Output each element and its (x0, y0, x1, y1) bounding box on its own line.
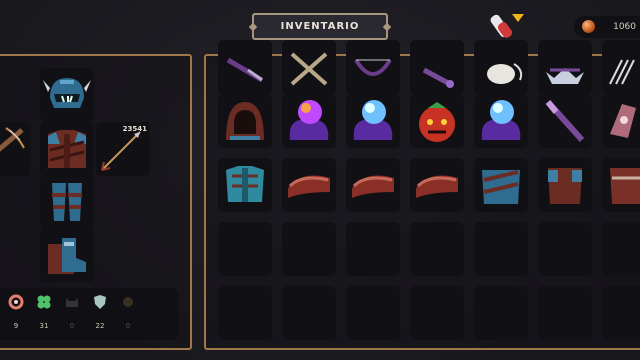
inventory-slot-empty[interactable] (538, 286, 592, 340)
tomato-monster-icon (419, 102, 455, 142)
stat-defense: 22 (90, 294, 110, 330)
ranged-slot[interactable]: 23541 (96, 122, 150, 176)
copper-coin-icon (582, 20, 595, 33)
inventory-slot[interactable] (218, 40, 272, 94)
inventory-title-plate: INVENTARIO (252, 13, 388, 40)
inventory-slot[interactable] (346, 94, 400, 148)
inventory-slot[interactable] (474, 158, 528, 212)
stat-vitality: 9 (6, 294, 26, 330)
blue-armor-icon (482, 170, 520, 204)
potion-vial-icon[interactable] (490, 10, 526, 44)
inventory-slot[interactable] (218, 94, 272, 148)
inventory-slot[interactable] (410, 94, 464, 148)
meat-slab-icon (416, 175, 458, 198)
leather-armor-icon (48, 130, 86, 168)
red-armor-icon (610, 168, 640, 204)
stat-defense-value: 22 (95, 322, 105, 330)
inventory-title: INVENTARIO (280, 21, 360, 32)
blue-orb-slime-icon (353, 100, 393, 140)
inventory-slot[interactable] (474, 94, 528, 148)
teal-chestplate-icon (226, 166, 264, 202)
inventory-slot[interactable] (410, 158, 464, 212)
blue-orb-slime-icon (481, 100, 521, 140)
inventory-slot[interactable] (282, 94, 336, 148)
meat-slab-icon (352, 175, 394, 198)
clover-icon (37, 295, 51, 309)
bow-icon (354, 58, 392, 76)
sword-icon (226, 57, 264, 83)
inventory-slot[interactable] (538, 94, 592, 148)
inventory-slot[interactable] (538, 40, 592, 94)
inventory-slot-empty[interactable] (474, 286, 528, 340)
crossbow-icon (0, 127, 25, 152)
purple-orb-slime-icon (289, 100, 329, 140)
stat-luck-value: 31 (39, 322, 49, 330)
inventory-slot-empty[interactable] (602, 286, 640, 340)
stat-pet: 0 (62, 294, 82, 330)
inventory-slot-empty[interactable] (346, 222, 400, 276)
stat-luck: 31 (34, 294, 54, 330)
meat-slab-icon (288, 175, 330, 198)
claw-icon (609, 59, 635, 85)
gold-counter: 1060 (574, 16, 640, 38)
inventory-slot-empty[interactable] (218, 222, 272, 276)
staff-icon (422, 67, 454, 88)
inventory-slot[interactable] (282, 158, 336, 212)
inventory-slot[interactable] (410, 40, 464, 94)
helmet-slot[interactable] (40, 68, 94, 122)
cat-head-icon (66, 298, 78, 307)
inventory-slot[interactable] (346, 40, 400, 94)
inventory-slot-empty[interactable] (218, 286, 272, 340)
garlic-icon (487, 63, 523, 84)
inventory-slot[interactable] (346, 158, 400, 212)
inventory-slot[interactable] (602, 40, 640, 94)
life-ring-icon (8, 294, 24, 310)
inventory-slot[interactable] (602, 158, 640, 212)
shield-icon (94, 295, 106, 309)
inventory-slot[interactable] (602, 94, 640, 148)
flame-icon (123, 297, 133, 307)
inventory-slot-empty[interactable] (474, 222, 528, 276)
inventory-slot-empty[interactable] (346, 286, 400, 340)
stats-bar: 9 31 0 22 0 (0, 288, 178, 340)
pink-pendant-icon (610, 104, 636, 138)
stat-fire: 0 (118, 294, 138, 330)
inventory-slot[interactable] (282, 40, 336, 94)
brown-armor-icon (548, 168, 582, 204)
greaves-icon (52, 183, 82, 221)
arrow-count: 23541 (122, 125, 147, 133)
red-hood-icon (226, 102, 264, 140)
game-screen: INVENTARIO 1060 23541 9 31 0 22 0 (0, 0, 640, 360)
horned-helmet-icon (43, 78, 91, 108)
purple-staff-icon (545, 99, 585, 143)
inventory-slot-empty[interactable] (410, 286, 464, 340)
stat-fire-value: 0 (125, 322, 131, 330)
inventory-slot-empty[interactable] (282, 222, 336, 276)
inventory-slot[interactable] (474, 40, 528, 94)
legs-slot[interactable] (40, 175, 94, 229)
inventory-slot[interactable] (538, 158, 592, 212)
inventory-slot-empty[interactable] (410, 222, 464, 276)
chest-slot[interactable] (40, 122, 94, 176)
inventory-slot-empty[interactable] (282, 286, 336, 340)
crown-icon (546, 68, 584, 84)
gold-amount: 1060 (613, 22, 636, 32)
inventory-slot-empty[interactable] (602, 222, 640, 276)
inventory-slot[interactable] (218, 158, 272, 212)
boots-icon (48, 238, 86, 274)
crossed-blades-icon (290, 52, 328, 86)
stat-vitality-value: 9 (13, 322, 19, 330)
boots-slot[interactable] (40, 228, 94, 282)
inventory-slot-empty[interactable] (538, 222, 592, 276)
weapon-slot[interactable] (0, 122, 30, 176)
stat-pet-value: 0 (69, 322, 75, 330)
